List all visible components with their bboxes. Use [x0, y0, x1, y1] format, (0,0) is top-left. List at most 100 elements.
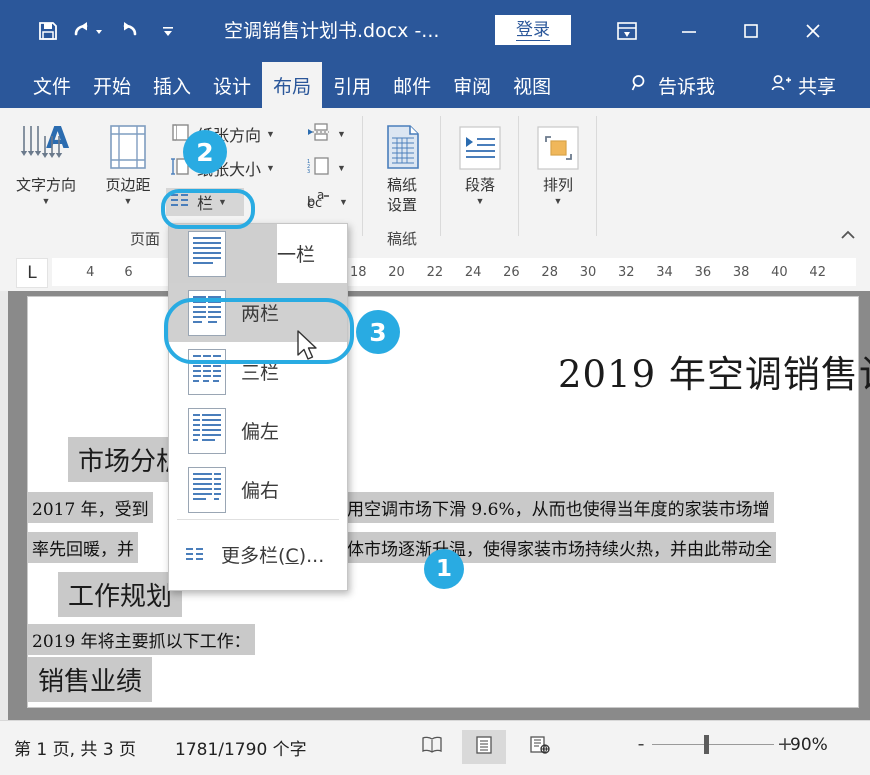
right-column-preview-icon [185, 467, 229, 513]
ruler-tick-26: 26 [503, 265, 520, 280]
menu-item-one-column[interactable] [169, 224, 277, 283]
callout-badge-3: 3 [356, 310, 400, 354]
group-separator [596, 116, 597, 236]
save-icon[interactable] [28, 14, 68, 48]
ruler-tick-28: 28 [541, 265, 558, 280]
columns-button[interactable]: 栏 ▼ [166, 188, 244, 216]
zoom-track[interactable] [652, 744, 774, 745]
maximize-button[interactable] [720, 12, 782, 50]
tab-home[interactable]: 开始 [82, 62, 142, 108]
menu-item-one-column-label-wrap[interactable]: 一栏 [277, 224, 347, 283]
more-columns-icon [179, 545, 213, 563]
chevron-down-icon[interactable]: ▼ [266, 129, 275, 139]
word-window: 空调销售计划书.docx -... 登录 文件 开始 插入 设计 布局 [0, 0, 870, 775]
menu-item-right-column[interactable]: 偏右 [169, 460, 347, 519]
menu-item-right-column-label: 偏右 [241, 476, 279, 503]
ruler-tick-24: 24 [465, 265, 482, 280]
ribbon-display-options-icon[interactable] [596, 12, 658, 50]
tab-references[interactable]: 引用 [322, 62, 382, 108]
ruler-tick-40: 40 [771, 265, 788, 280]
menu-item-more-columns[interactable]: 更多栏(C)... [169, 520, 347, 588]
chevron-down-icon[interactable]: ▼ [476, 196, 485, 206]
chevron-down-icon[interactable]: ▼ [554, 196, 563, 206]
paragraph-button[interactable]: 段落 ▼ [444, 118, 516, 206]
close-button[interactable] [782, 12, 844, 50]
more-accesskey: C [285, 545, 298, 567]
chevron-down-icon[interactable]: ▼ [266, 163, 275, 173]
document-title: 空调销售计划书.docx -... [224, 17, 439, 45]
arrange-button[interactable]: 排列 ▼ [522, 118, 594, 206]
svg-text:A: A [46, 122, 70, 156]
svg-text:3: 3 [307, 169, 310, 175]
tab-review[interactable]: 审阅 [442, 62, 502, 108]
columns-label: 栏 [197, 190, 213, 214]
svg-text:a: a [317, 189, 324, 202]
zoom-out-button[interactable]: - [632, 733, 650, 755]
margins-label: 页边距 [105, 177, 150, 194]
line-numbers-button[interactable]: 123 ▼ [302, 154, 350, 182]
document-page[interactable]: 2019 年空调销售计 市场分析 2017 年，受到 家用空调市场下滑 9.6%… [28, 297, 858, 707]
ruler-bar: L 4618202224262830323436384042 [0, 253, 870, 291]
menu-item-one-column-label: 一栏 [277, 240, 315, 267]
text-direction-button[interactable]: A 文字方向 ▼ [10, 118, 82, 206]
ribbon: A 文字方向 ▼ [0, 108, 870, 254]
ruler-tick-4: 4 [86, 265, 94, 280]
chevron-down-icon[interactable]: ▼ [124, 196, 133, 206]
columns-dropdown-menu[interactable]: 一栏 两栏 三栏 [168, 223, 348, 591]
zoom-thumb[interactable] [704, 735, 709, 754]
menu-item-left-column-label: 偏左 [241, 417, 279, 444]
sign-in-button[interactable]: 登录 [495, 15, 571, 45]
status-bar: 第 1 页, 共 3 页 1781/1790 个字 - + 90% [0, 720, 870, 775]
chevron-down-icon[interactable]: ▼ [337, 129, 346, 139]
ruler-tick-32: 32 [618, 265, 635, 280]
share-button[interactable]: 共享 [770, 62, 836, 108]
ribbon-group-paragraph: 段落 ▼ [444, 108, 516, 253]
read-mode-view-button[interactable] [410, 730, 454, 764]
chevron-down-icon[interactable]: ▼ [337, 163, 346, 173]
minimize-button[interactable] [658, 12, 720, 50]
ruler-tick-6: 6 [124, 265, 132, 280]
web-layout-icon [528, 735, 552, 760]
hyphenation-button[interactable]: bcca ▼ [302, 188, 352, 216]
tell-me-box[interactable]: 告诉我 [630, 62, 715, 108]
document-canvas[interactable]: 2019 年空调销售计 市场分析 2017 年，受到 家用空调市场下滑 9.6%… [0, 291, 870, 720]
print-layout-view-button[interactable] [462, 730, 506, 764]
chevron-down-icon[interactable]: ▼ [218, 197, 227, 207]
ribbon-tabs: 文件 开始 插入 设计 布局 引用 邮件 审阅 视图 告诉我 共享 [0, 62, 870, 108]
document-paragraph-2-right: 整体市场逐渐升温，使得家装市场持续火热，并由此带动全 [326, 532, 776, 563]
customize-qat-icon[interactable] [148, 14, 188, 48]
zoom-slider[interactable]: - + [632, 733, 794, 755]
undo-icon[interactable] [68, 14, 108, 48]
group-separator [362, 116, 363, 236]
tab-mailings[interactable]: 邮件 [382, 62, 442, 108]
ruler-tick-36: 36 [695, 265, 712, 280]
chevron-down-icon[interactable]: ▼ [42, 196, 51, 206]
ribbon-group-arrange: 排列 ▼ [522, 108, 594, 253]
word-count[interactable]: 1781/1790 个字 [175, 735, 307, 760]
search-icon [630, 73, 650, 98]
document-heading-3: 销售业绩 [28, 657, 152, 702]
tab-layout[interactable]: 布局 [262, 62, 322, 108]
tab-view[interactable]: 视图 [502, 62, 562, 108]
chevron-down-icon[interactable]: ▼ [339, 197, 348, 207]
callout-badge-1: 1 [424, 549, 464, 589]
group-separator [440, 116, 441, 236]
manuscript-settings-button[interactable]: 稿纸 设置 [366, 118, 438, 214]
redo-icon[interactable] [108, 14, 148, 48]
breaks-button[interactable]: ▼ [302, 120, 350, 148]
tab-design[interactable]: 设计 [202, 62, 262, 108]
tab-file[interactable]: 文件 [22, 62, 82, 108]
margins-button[interactable]: 页边距 ▼ [92, 118, 164, 206]
three-column-preview-icon [185, 349, 229, 395]
ruler-tick-22: 22 [427, 265, 444, 280]
tab-stop-selector[interactable]: L [16, 258, 48, 288]
menu-item-left-column[interactable]: 偏左 [169, 401, 347, 460]
mouse-cursor [296, 330, 322, 369]
tab-insert[interactable]: 插入 [142, 62, 202, 108]
collapse-ribbon-icon[interactable] [838, 228, 858, 245]
text-direction-icon: A [16, 118, 76, 174]
web-layout-view-button[interactable] [518, 730, 562, 764]
ruler-tick-42: 42 [809, 265, 826, 280]
page-indicator[interactable]: 第 1 页, 共 3 页 [14, 735, 136, 760]
zoom-level[interactable]: 90% [790, 735, 828, 755]
